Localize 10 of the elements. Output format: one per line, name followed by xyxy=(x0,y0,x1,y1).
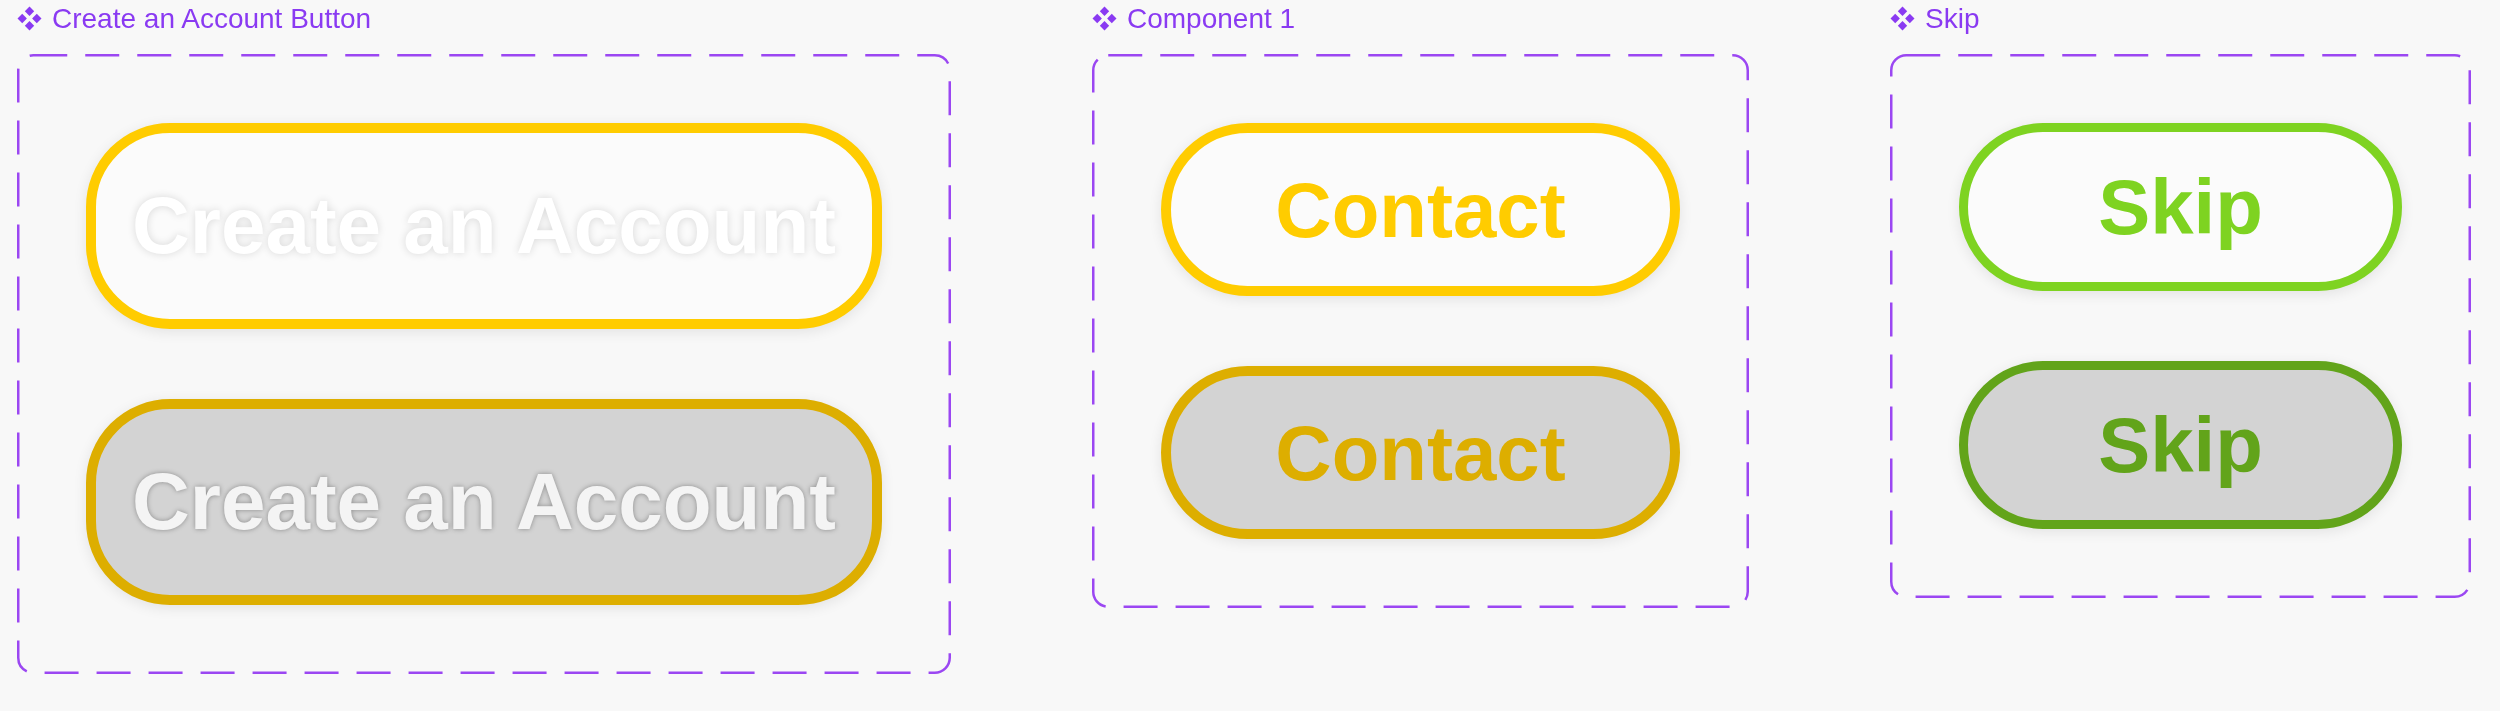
outline-button[interactable]: Contact xyxy=(1161,123,1680,296)
pressed-button[interactable]: Contact xyxy=(1161,366,1680,539)
outline-button[interactable]: Skip xyxy=(1959,123,2402,291)
component-set-title: Skip xyxy=(1925,6,1980,32)
component-icon xyxy=(1890,6,1915,31)
component-icon xyxy=(1092,6,1117,31)
component-icon xyxy=(17,6,42,31)
component-set-title: Create an Account Button xyxy=(52,6,372,32)
component-set-title: Component 1 xyxy=(1127,6,1296,32)
pressed-button[interactable]: Skip xyxy=(1959,361,2402,529)
